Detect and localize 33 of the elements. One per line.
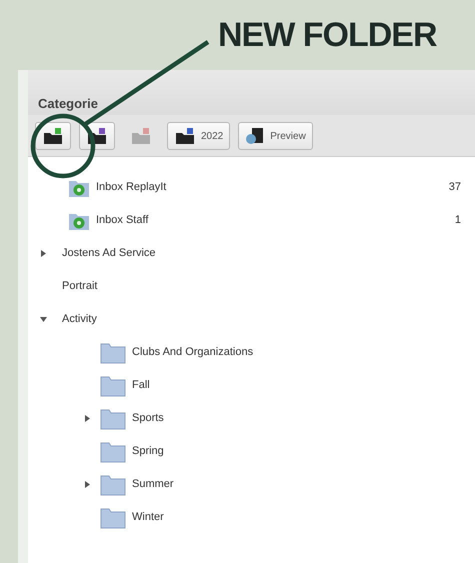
expand-arrow-icon[interactable]	[84, 481, 91, 488]
folder-icon	[100, 474, 126, 496]
folder-icon	[174, 127, 196, 145]
expand-arrow-icon[interactable]	[40, 250, 47, 257]
category-label[interactable]: Spring	[132, 443, 164, 460]
panel-title: Categorie	[38, 96, 98, 111]
year-button[interactable]: 2022	[167, 122, 230, 150]
folder-icon	[100, 408, 126, 430]
category-label[interactable]: Winter	[132, 509, 164, 526]
folder-icon	[42, 127, 64, 145]
folder-icon	[100, 506, 126, 528]
item-count: 37	[448, 180, 462, 196]
folder-button[interactable]	[35, 122, 71, 150]
category-label[interactable]: Clubs And Organizations	[132, 344, 254, 361]
annotation-label: NEW FOLDER	[218, 18, 437, 52]
expand-arrow-icon[interactable]	[84, 415, 91, 422]
document-icon	[245, 127, 266, 145]
category-label[interactable]: Jostens Ad Service	[62, 245, 156, 262]
folder-icon	[100, 374, 126, 396]
collapse-arrow-icon[interactable]	[40, 316, 47, 323]
category-label[interactable]: Inbox Staff	[96, 212, 148, 229]
folder-icon	[130, 127, 152, 145]
category-label[interactable]: Sports	[132, 410, 164, 427]
folder-icon	[100, 440, 126, 462]
category-label[interactable]: Activity	[62, 311, 97, 328]
item-count: 1	[454, 213, 462, 228]
category-label[interactable]: Portrait	[62, 278, 98, 295]
category-label[interactable]: Fall	[132, 377, 150, 394]
folder-icon	[100, 342, 126, 364]
folder-icon	[86, 127, 108, 145]
preview-button[interactable]: Preview	[238, 122, 313, 150]
category-label[interactable]: Inbox ReplayIt	[96, 179, 166, 196]
category-label[interactable]: Summer	[132, 476, 174, 493]
